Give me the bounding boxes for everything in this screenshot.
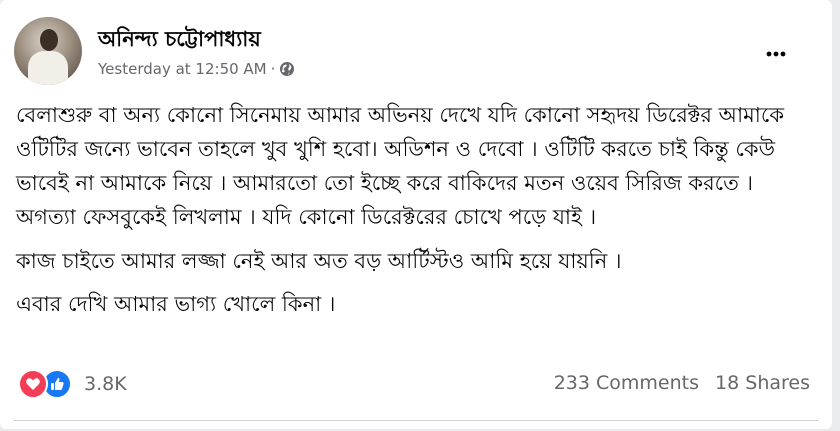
post-body: বেলাশুরু বা অন্য কোনো সিনেমায় আমার অভিন… [16,98,816,331]
post-paragraph: কাজ চাইতে আমার লজ্জা নেই আর অত বড় আর্টি… [16,249,622,273]
shares-count[interactable]: 18 Shares [715,372,810,394]
author-name[interactable]: অনিন্দ্য চট্টোপাধ্যায় [98,23,261,58]
reactions-summary[interactable]: 3.8K [18,369,127,399]
post-stats: 233 Comments 18 Shares [554,372,810,394]
post-timestamp[interactable]: Yesterday at 12:50 AM [98,60,267,78]
reaction-count[interactable]: 3.8K [84,373,127,395]
post-card: অনিন্দ্য চট্টোপাধ্যায় Yesterday at 12:5… [0,0,832,429]
post-paragraph: বেলাশুরু বা অন্য কোনো সিনেমায় আমার অভিন… [16,103,785,229]
divider [14,420,818,421]
post-meta: Yesterday at 12:50 AM · [98,60,295,78]
comments-count[interactable]: 233 Comments [554,372,699,394]
author-avatar[interactable] [14,17,82,85]
post-paragraph: এবার দেখি আমার ভাগ্য খোলে কিনা । [16,292,336,316]
more-options-icon[interactable] [765,44,787,64]
meta-separator: · [270,60,276,78]
globe-icon[interactable] [279,61,295,77]
love-icon[interactable] [18,369,48,399]
